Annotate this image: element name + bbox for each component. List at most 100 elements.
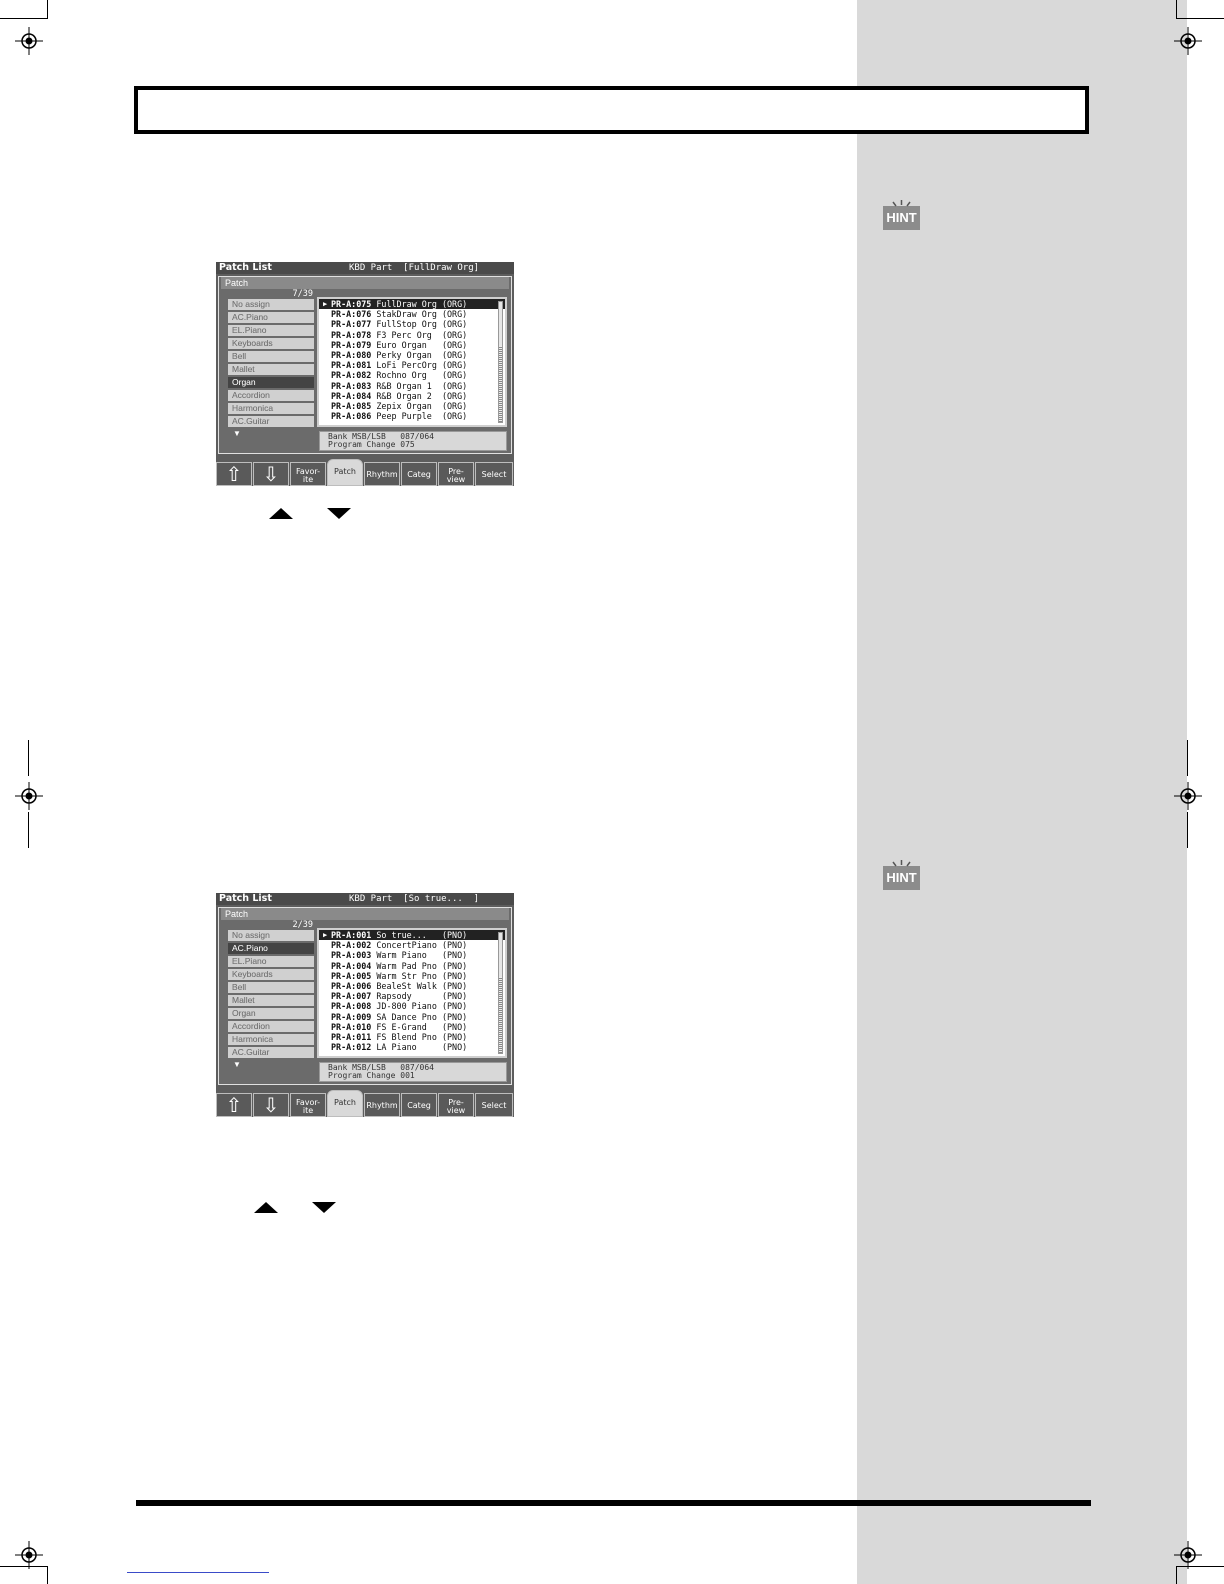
patch-scrollbar[interactable] bbox=[498, 301, 503, 423]
patch-row[interactable]: PR-A:010 FS E-Grand (PNO) bbox=[319, 1022, 505, 1032]
patch-row[interactable]: PR-A:085 Zepix Organ (ORG) bbox=[319, 401, 505, 411]
patch-row[interactable]: PR-A:078 F3 Perc Org (ORG) bbox=[319, 330, 505, 340]
scrollbar-thumb[interactable] bbox=[499, 346, 502, 422]
patch-name: SA Dance Pno bbox=[376, 1011, 437, 1022]
category-item[interactable]: Mallet bbox=[228, 995, 314, 1008]
registration-mark-icon bbox=[1174, 782, 1202, 810]
category-item[interactable]: Organ bbox=[228, 1008, 314, 1021]
cursor-up-button[interactable]: ⇧ bbox=[216, 462, 252, 486]
patch-row[interactable]: ▶ PR-A:075 FullDraw Org (ORG) bbox=[319, 299, 505, 310]
patch-row[interactable]: PR-A:083 R&B Organ 1 (ORG) bbox=[319, 381, 505, 391]
patch-row[interactable]: PR-A:084 R&B Organ 2 (ORG) bbox=[319, 391, 505, 401]
arrow-up-icon: ⇧ bbox=[225, 1093, 243, 1117]
patch-name: Euro Organ bbox=[376, 339, 437, 350]
patch-category: (PNO) bbox=[441, 1042, 468, 1053]
category-item[interactable]: Bell bbox=[228, 351, 314, 364]
category-button[interactable]: Categ bbox=[401, 462, 437, 486]
patch-row[interactable]: PR-A:005 Warm Str Pno (PNO) bbox=[319, 971, 505, 981]
category-item[interactable]: Keyboards bbox=[228, 338, 314, 351]
patch-row[interactable]: PR-A:076 StakDraw Org (ORG) bbox=[319, 309, 505, 319]
cursor-up-button[interactable]: ⇧ bbox=[216, 1093, 252, 1117]
button-label: Patch bbox=[334, 1098, 356, 1107]
patch-category: (PNO) bbox=[441, 991, 468, 1002]
trim-mark bbox=[1187, 812, 1188, 848]
patch-row[interactable]: PR-A:079 Euro Organ (ORG) bbox=[319, 340, 505, 350]
patch-name: ConcertPiano bbox=[376, 940, 437, 951]
category-item[interactable]: AC.Guitar bbox=[228, 416, 314, 429]
patch-tab-button[interactable]: Patch bbox=[327, 1090, 363, 1117]
category-item[interactable]: EL.Piano bbox=[228, 956, 314, 969]
category-item[interactable]: No assign bbox=[228, 930, 314, 943]
patch-name: LoFi PercOrg bbox=[376, 360, 437, 371]
cursor-down-button[interactable]: ⇩ bbox=[253, 462, 289, 486]
favorite-button[interactable]: Favor- ite bbox=[290, 1093, 326, 1117]
patch-list: ▶ PR-A:001 So true... (PNO) PR-A:002 Conce… bbox=[317, 928, 507, 1058]
patch-row[interactable]: PR-A:003 Warm Piano (PNO) bbox=[319, 950, 505, 960]
arrow-down-icon: ⇩ bbox=[262, 462, 280, 486]
category-item[interactable]: Accordion bbox=[228, 1021, 314, 1034]
patch-row[interactable]: PR-A:007 Rapsody (PNO) bbox=[319, 991, 505, 1001]
button-label: Favor- ite bbox=[295, 467, 321, 484]
preview-button[interactable]: Pre- view bbox=[438, 1093, 474, 1117]
patch-name: FS E-Grand bbox=[376, 1021, 437, 1032]
scroll-down-icon[interactable]: ▼ bbox=[233, 430, 243, 438]
patch-row[interactable]: PR-A:080 Perky Organ (ORG) bbox=[319, 350, 505, 360]
favorite-button[interactable]: Favor- ite bbox=[290, 462, 326, 486]
category-item[interactable]: Mallet bbox=[228, 364, 314, 377]
scrollbar-thumb[interactable] bbox=[499, 977, 502, 1053]
patch-row[interactable]: PR-A:008 JD-800 Piano (PNO) bbox=[319, 1001, 505, 1011]
category-label: EL.Piano bbox=[232, 325, 267, 335]
category-label: Keyboards bbox=[232, 969, 273, 979]
patch-row[interactable]: PR-A:002 ConcertPiano (PNO) bbox=[319, 940, 505, 950]
patch-row[interactable]: PR-A:009 SA Dance Pno (PNO) bbox=[319, 1012, 505, 1022]
category-item[interactable]: Harmonica bbox=[228, 1034, 314, 1047]
patch-category: (ORG) bbox=[441, 380, 468, 391]
patch-number: PR-A:009 bbox=[331, 1011, 372, 1022]
patch-row[interactable]: PR-A:012 LA Piano (PNO) bbox=[319, 1042, 505, 1052]
category-item[interactable]: AC.Piano bbox=[228, 943, 314, 956]
preview-button[interactable]: Pre- view bbox=[438, 462, 474, 486]
category-item[interactable]: AC.Guitar bbox=[228, 1047, 314, 1060]
patch-number: PR-A:082 bbox=[331, 370, 372, 381]
patch-number: PR-A:006 bbox=[331, 980, 372, 991]
select-button[interactable]: Select bbox=[475, 462, 513, 486]
category-item[interactable]: Harmonica bbox=[228, 403, 314, 416]
category-button[interactable]: Categ bbox=[401, 1093, 437, 1117]
button-label: Pre- view bbox=[446, 1098, 466, 1115]
patch-row[interactable]: PR-A:082 Rochno Org (ORG) bbox=[319, 370, 505, 380]
category-label: Organ bbox=[232, 377, 256, 387]
patch-row[interactable]: PR-A:086 Peep Purple (ORG) bbox=[319, 411, 505, 421]
patch-row[interactable]: PR-A:081 LoFi PercOrg (ORG) bbox=[319, 360, 505, 370]
category-item[interactable]: Bell bbox=[228, 982, 314, 995]
category-label: No assign bbox=[232, 299, 270, 309]
patch-row[interactable]: PR-A:077 FullStop Org (ORG) bbox=[319, 319, 505, 329]
category-label: Harmonica bbox=[232, 403, 274, 413]
patch-row[interactable]: PR-A:011 FS Blend Pno (PNO) bbox=[319, 1032, 505, 1042]
scroll-down-icon[interactable]: ▼ bbox=[233, 1061, 243, 1069]
category-item[interactable]: No assign bbox=[228, 299, 314, 312]
hint-icon: HINT bbox=[883, 200, 920, 230]
category-item[interactable]: Organ bbox=[228, 377, 314, 390]
select-button[interactable]: Select bbox=[475, 1093, 513, 1117]
patch-row[interactable]: ▶ PR-A:001 So true... (PNO) bbox=[319, 930, 505, 941]
patch-row[interactable]: PR-A:004 Warm Pad Pno (PNO) bbox=[319, 961, 505, 971]
category-label: Mallet bbox=[232, 995, 255, 1005]
patch-name: FS Blend Pno bbox=[376, 1031, 437, 1042]
rhythm-tab-button[interactable]: Rhythm bbox=[364, 1093, 400, 1117]
category-item[interactable]: Keyboards bbox=[228, 969, 314, 982]
patch-number: PR-A:076 bbox=[331, 309, 372, 320]
category-item[interactable]: EL.Piano bbox=[228, 325, 314, 338]
button-label: Favor- ite bbox=[295, 1098, 321, 1115]
rhythm-tab-button[interactable]: Rhythm bbox=[364, 462, 400, 486]
patch-tab-button[interactable]: Patch bbox=[327, 459, 363, 486]
patch-scrollbar[interactable] bbox=[498, 932, 503, 1054]
patch-category: (PNO) bbox=[441, 940, 468, 951]
patch-number: PR-A:078 bbox=[331, 329, 372, 340]
category-item[interactable]: AC.Piano bbox=[228, 312, 314, 325]
patch-row[interactable]: PR-A:006 BealeSt Walk (PNO) bbox=[319, 981, 505, 991]
patch-number: PR-A:083 bbox=[331, 380, 372, 391]
patch-name: Rapsody bbox=[376, 991, 437, 1002]
category-item[interactable]: Accordion bbox=[228, 390, 314, 403]
cursor-down-button[interactable]: ⇩ bbox=[253, 1093, 289, 1117]
category-label: EL.Piano bbox=[232, 956, 267, 966]
